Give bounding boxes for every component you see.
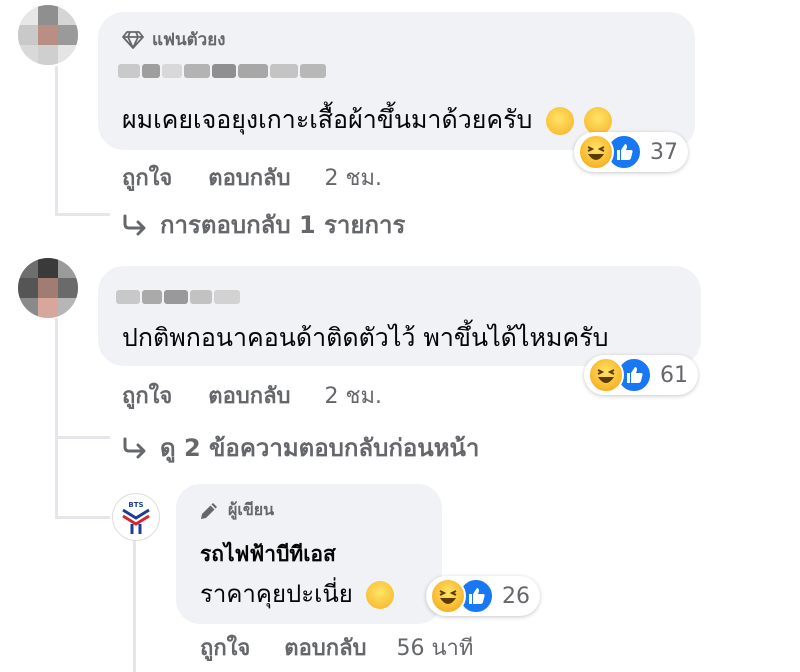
timestamp[interactable]: 56 นาที bbox=[397, 630, 474, 665]
reply-arrow-icon bbox=[123, 437, 146, 458]
author-badge: ผู้เขียน bbox=[198, 498, 274, 523]
page-avatar[interactable]: BTS bbox=[112, 493, 160, 541]
haha-reaction-icon bbox=[578, 134, 614, 170]
rolling-laughing-emoji bbox=[541, 102, 579, 140]
reply-actions: ถูกใจ ตอบกลับ 56 นาที bbox=[200, 630, 473, 665]
view-replies-link[interactable]: การตอบกลับ 1 รายการ bbox=[122, 205, 405, 244]
reaction-summary[interactable]: 61 bbox=[584, 355, 698, 395]
comment-actions: ถูกใจ ตอบกลับ 2 ชม. bbox=[122, 160, 382, 195]
thread-line bbox=[55, 213, 110, 216]
haha-reaction-icon bbox=[430, 578, 466, 614]
thread-line bbox=[55, 66, 58, 216]
reply-button[interactable]: ตอบกลับ bbox=[208, 378, 290, 413]
svg-text:BTS: BTS bbox=[128, 501, 143, 509]
comment-text: ปกติพกอนาคอนด้าติดตัวไว้ พาขึ้นได้ไหมครั… bbox=[122, 323, 609, 352]
avatar[interactable] bbox=[18, 5, 78, 65]
haha-reaction-icon bbox=[588, 357, 624, 393]
like-button[interactable]: ถูกใจ bbox=[122, 378, 172, 413]
reaction-summary[interactable]: 26 bbox=[426, 576, 540, 616]
timestamp[interactable]: 2 ชม. bbox=[325, 378, 382, 413]
reply-button[interactable]: ตอบกลับ bbox=[284, 630, 366, 665]
top-fan-badge: แฟนตัวยง bbox=[122, 26, 225, 53]
reply-button[interactable]: ตอบกลับ bbox=[208, 160, 290, 195]
comment-bubble: แฟนตัวยง ผมเคยเจอยุงเกาะเสื้อผ้าขึ้นมาด้… bbox=[98, 12, 695, 150]
timestamp[interactable]: 2 ชม. bbox=[325, 160, 382, 195]
like-button[interactable]: ถูกใจ bbox=[200, 630, 250, 665]
reply-text: ราคาคุยปะเนี่ย bbox=[200, 574, 395, 613]
like-button[interactable]: ถูกใจ bbox=[122, 160, 172, 195]
badge-label: ผู้เขียน bbox=[228, 500, 275, 519]
reply-bubble: ผู้เขียน รถไฟฟ้าบีทีเอส ราคาคุยปะเนี่ย bbox=[176, 484, 442, 624]
reply-arrow-icon bbox=[123, 214, 146, 235]
thread-line bbox=[55, 436, 110, 439]
comment-bubble: ปกติพกอนาคอนด้าติดตัวไว้ พาขึ้นได้ไหมครั… bbox=[98, 266, 701, 366]
reaction-count: 61 bbox=[660, 362, 688, 388]
thread-line bbox=[55, 318, 58, 518]
thread-line bbox=[133, 540, 136, 672]
author-name[interactable]: รถไฟฟ้าบีทีเอส bbox=[200, 538, 336, 571]
view-previous-replies-link[interactable]: ดู 2 ข้อความตอบกลับก่อนหน้า bbox=[122, 428, 479, 467]
comment-actions: ถูกใจ ตอบกลับ 2 ชม. bbox=[122, 378, 382, 413]
avatar[interactable] bbox=[18, 258, 78, 318]
reaction-count: 26 bbox=[502, 583, 530, 609]
comment-text: ผมเคยเจอยุงเกาะเสื้อผ้าขึ้นมาด้วยครับ bbox=[122, 100, 613, 140]
reaction-count: 37 bbox=[650, 139, 678, 165]
reaction-summary[interactable]: 37 bbox=[574, 132, 688, 172]
bts-logo-icon: BTS bbox=[122, 501, 150, 534]
view-replies-label: การตอบกลับ 1 รายการ bbox=[160, 211, 406, 239]
grinning-sweat-emoji bbox=[584, 107, 613, 135]
badge-label: แฟนตัวยง bbox=[152, 30, 226, 50]
view-previous-replies-label: ดู 2 ข้อความตอบกลับก่อนหน้า bbox=[160, 434, 480, 462]
diamond-icon bbox=[122, 30, 144, 49]
thread-line bbox=[55, 516, 110, 519]
pencil-icon bbox=[201, 502, 217, 519]
grinning-sweat-emoji bbox=[366, 581, 395, 609]
